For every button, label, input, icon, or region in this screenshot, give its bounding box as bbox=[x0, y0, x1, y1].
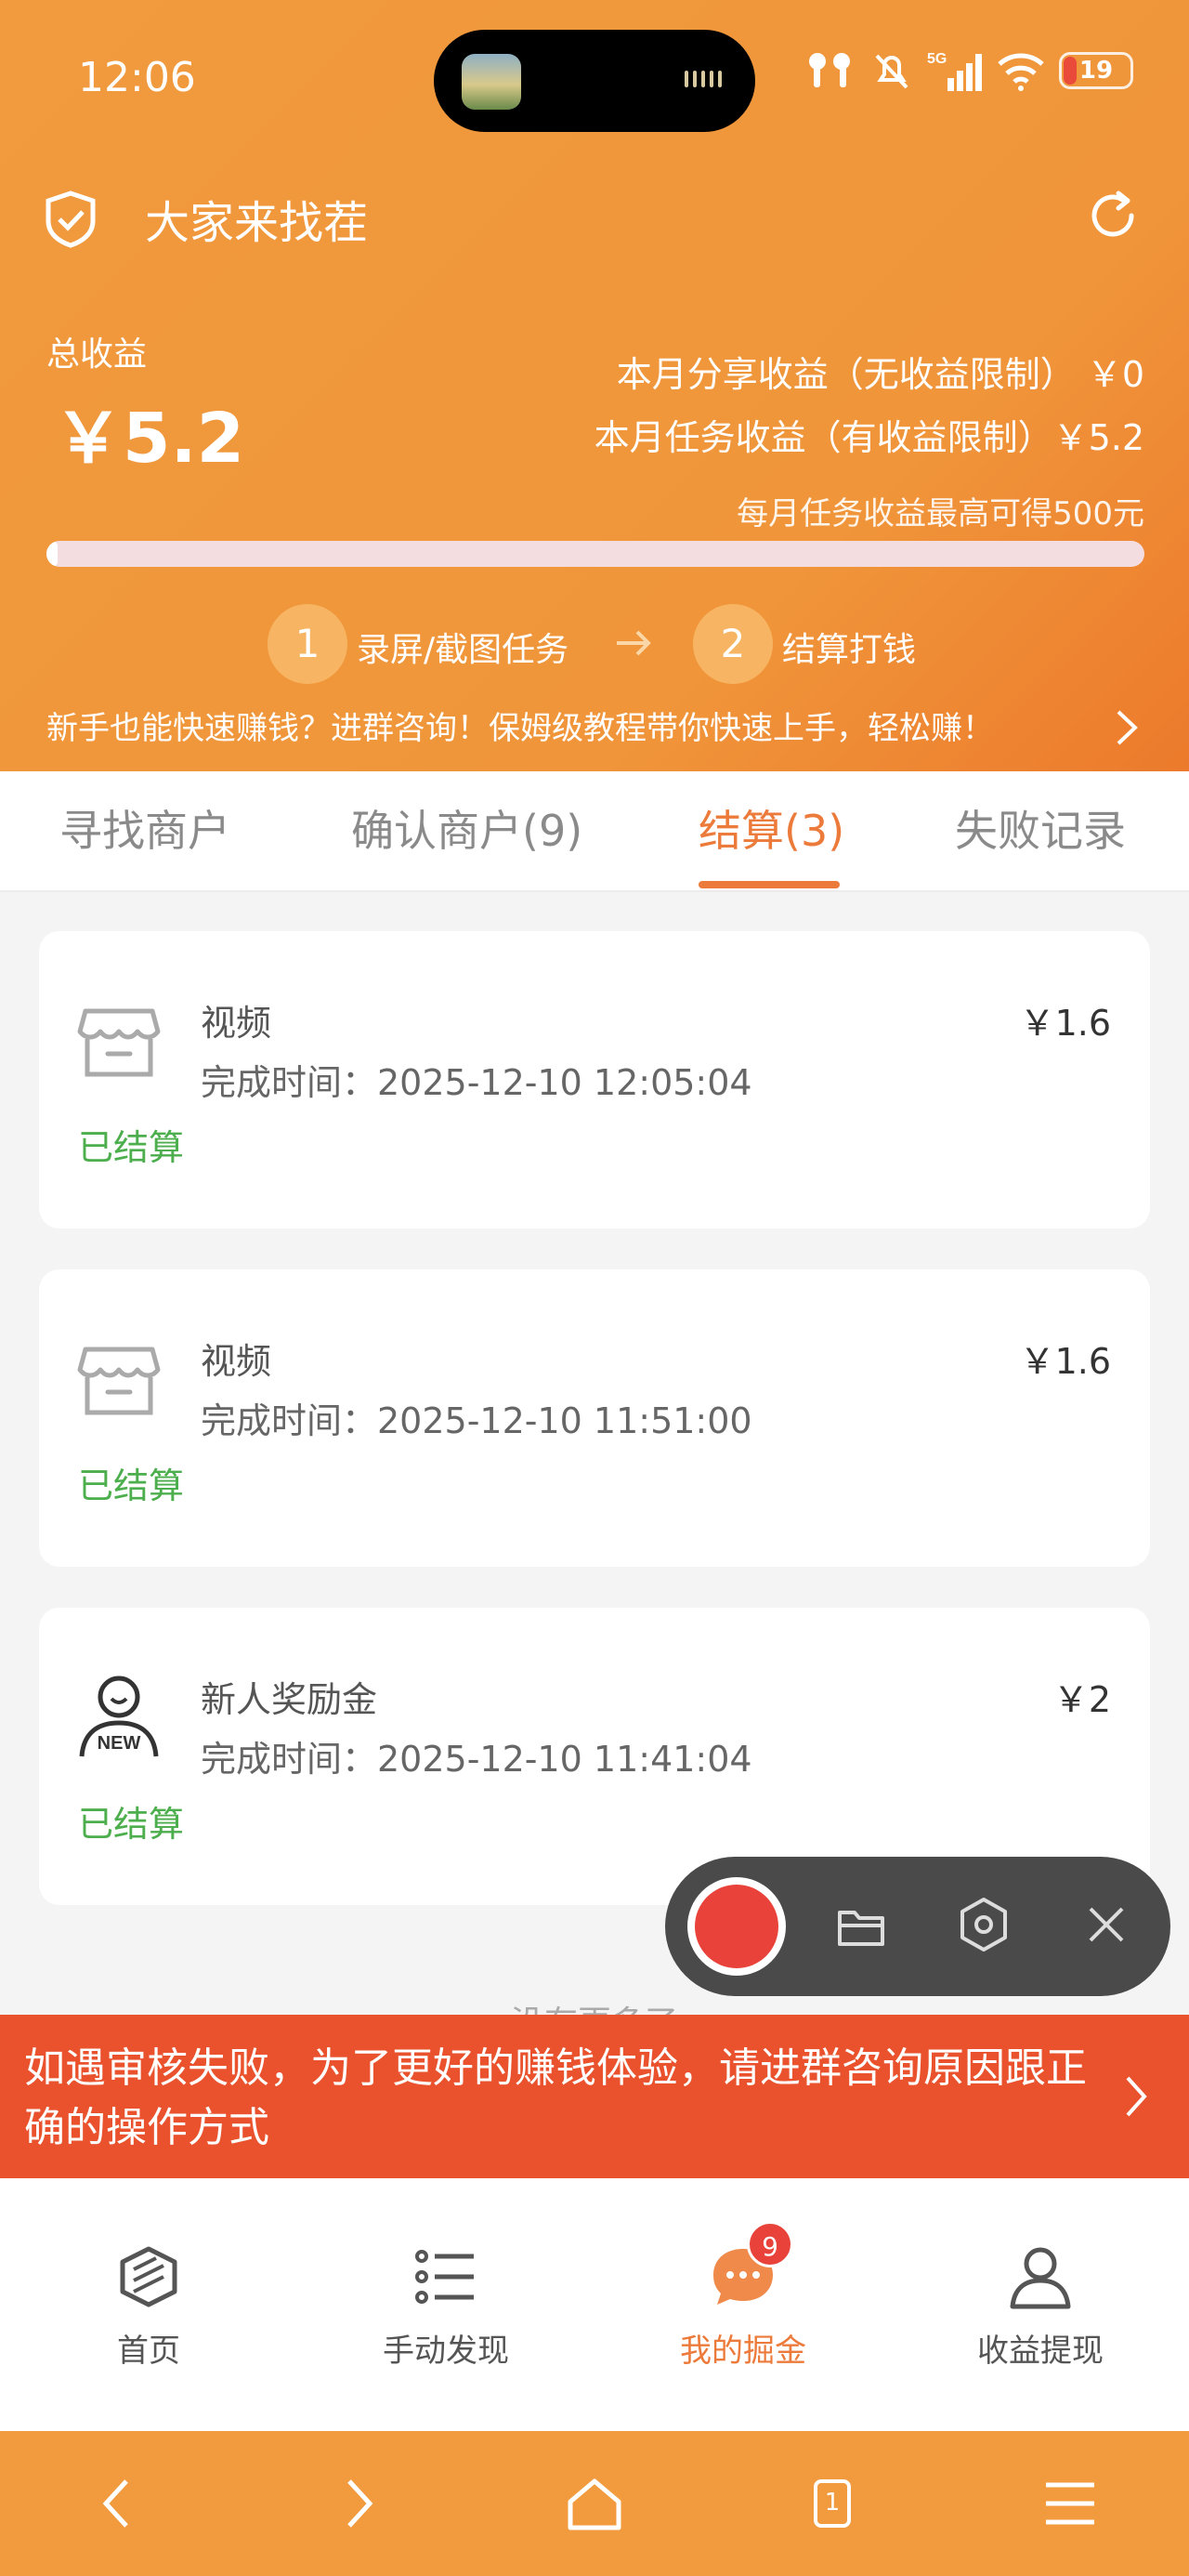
bottom-navigation: 首页 手动发现 9 我的掘金 收益提现 bbox=[0, 2178, 1189, 2431]
income-cap-note: 每月任务收益最高可得500元 bbox=[737, 495, 1144, 532]
nav-label: 收益提现 bbox=[977, 2333, 1104, 2370]
settings-hex-icon[interactable] bbox=[957, 1896, 1011, 1953]
tab-find-merchant[interactable]: 寻找商户 bbox=[59, 797, 230, 859]
tabs-icon[interactable]: 1 bbox=[803, 2474, 862, 2533]
svg-text:5G: 5G bbox=[927, 51, 947, 67]
task-steps: 1 录屏/截图任务 2 结算打钱 bbox=[0, 604, 1189, 686]
record-button[interactable] bbox=[687, 1877, 786, 1976]
banner-text: 如遇审核失败，为了更好的赚钱体验，请进群咨询原因跟正确的操作方式 bbox=[24, 2044, 1087, 2151]
app-title-bar: 大家来找茬 bbox=[0, 177, 1189, 251]
nav-label: 手动发现 bbox=[383, 2333, 509, 2370]
record-time: 完成时间：2025-12-10 11:41:04 bbox=[201, 1739, 752, 1780]
home-cube-icon bbox=[120, 2246, 177, 2307]
browser-navigation-bar: 1 bbox=[0, 2431, 1189, 2576]
folder-icon[interactable] bbox=[834, 1899, 888, 1953]
step-2-label: 结算打钱 bbox=[782, 631, 917, 669]
record-amount: ￥1.6 bbox=[1019, 1341, 1111, 1382]
svg-text:NEW: NEW bbox=[98, 1733, 141, 1754]
earbuds-icon bbox=[809, 53, 850, 87]
shield-check-icon bbox=[46, 191, 96, 248]
step-1-label: 录屏/截图任务 bbox=[357, 631, 569, 669]
signal-5g-icon: 5G bbox=[927, 51, 982, 91]
page-title: 大家来找茬 bbox=[145, 197, 369, 249]
store-icon bbox=[77, 1008, 161, 1077]
tab-count: 1 bbox=[814, 2479, 851, 2528]
settlement-record-card[interactable]: 视频 完成时间：2025-12-10 11:51:00 ￥1.6 已结算 bbox=[39, 1269, 1150, 1567]
list-icon bbox=[415, 2250, 474, 2304]
task-income-text: 本月任务收益（有收益限制）￥5.2 bbox=[594, 417, 1144, 458]
wifi-icon bbox=[998, 53, 1044, 91]
nav-label: 首页 bbox=[117, 2333, 180, 2370]
refresh-icon[interactable] bbox=[1085, 188, 1141, 243]
tab-settlement[interactable]: 结算(3) bbox=[699, 797, 844, 859]
notification-badge: 9 bbox=[747, 2221, 793, 2267]
back-icon[interactable] bbox=[89, 2474, 149, 2533]
record-title: 新人奖励金 bbox=[201, 1679, 378, 1720]
nav-item-my-earnings[interactable]: 9 我的掘金 bbox=[650, 2221, 836, 2371]
nav-label: 我的掘金 bbox=[680, 2333, 806, 2370]
new-user-icon: NEW bbox=[79, 1676, 159, 1757]
chevron-right-icon[interactable] bbox=[1113, 706, 1141, 749]
income-progress-fill bbox=[46, 541, 59, 567]
menu-icon[interactable] bbox=[1040, 2474, 1100, 2533]
record-status: 已结算 bbox=[78, 1804, 185, 1845]
forward-icon[interactable] bbox=[327, 2474, 386, 2533]
battery-level: 19 bbox=[1078, 57, 1114, 85]
record-time: 完成时间：2025-12-10 11:51:00 bbox=[201, 1400, 752, 1441]
record-status: 已结算 bbox=[78, 1465, 185, 1506]
record-title: 视频 bbox=[201, 1003, 272, 1044]
home-icon[interactable] bbox=[565, 2474, 624, 2533]
media-thumbnail bbox=[462, 54, 521, 110]
step-1-number: 1 bbox=[268, 604, 347, 684]
total-income-label: 总收益 bbox=[46, 335, 148, 374]
battery-icon: 19 bbox=[1059, 52, 1133, 89]
status-time: 12:06 bbox=[78, 54, 196, 101]
settlement-record-card[interactable]: 视频 完成时间：2025-12-10 12:05:04 ￥1.6 已结算 bbox=[39, 931, 1150, 1229]
screen-recorder-toolbar bbox=[665, 1857, 1170, 1996]
record-tabs: 寻找商户 确认商户(9) 结算(3) 失败记录 bbox=[0, 771, 1189, 892]
status-icons: 5G 19 bbox=[804, 48, 1133, 93]
status-bar: 12:06 5G 19 bbox=[0, 0, 1189, 158]
tab-failed-records[interactable]: 失败记录 bbox=[955, 797, 1126, 859]
record-time: 完成时间：2025-12-10 12:05:04 bbox=[201, 1062, 752, 1103]
tab-confirm-merchant[interactable]: 确认商户(9) bbox=[351, 797, 582, 859]
total-income-value: ￥5.2 bbox=[54, 399, 245, 479]
step-2-number: 2 bbox=[693, 604, 773, 684]
record-amount: ￥2 bbox=[1052, 1679, 1111, 1720]
header: 12:06 5G 19 大家来找茬 总收益 ￥5.2 本月分享收益（无收益限制）… bbox=[0, 0, 1189, 771]
arrow-right-icon bbox=[617, 630, 651, 656]
nav-item-manual-discover[interactable]: 手动发现 bbox=[353, 2243, 539, 2371]
record-status: 已结算 bbox=[78, 1127, 185, 1168]
active-tab-indicator bbox=[699, 881, 840, 888]
store-icon bbox=[77, 1347, 161, 1415]
chat-icon: 9 bbox=[710, 2221, 793, 2310]
nav-item-withdraw[interactable]: 收益提现 bbox=[947, 2243, 1133, 2371]
income-progress-bar bbox=[46, 541, 1144, 567]
user-icon bbox=[1010, 2247, 1071, 2309]
share-income-text: 本月分享收益（无收益限制） ￥0 bbox=[616, 354, 1144, 395]
audit-notice-banner[interactable]: 如遇审核失败，为了更好的赚钱体验，请进群咨询原因跟正确的操作方式 bbox=[0, 2015, 1189, 2178]
chevron-right-icon[interactable] bbox=[1122, 2072, 1150, 2121]
nav-item-home[interactable]: 首页 bbox=[56, 2243, 242, 2371]
close-icon[interactable] bbox=[1085, 1903, 1128, 1946]
mute-bell-icon bbox=[875, 54, 908, 89]
record-title: 视频 bbox=[201, 1341, 272, 1382]
dynamic-island[interactable] bbox=[434, 30, 755, 132]
record-amount: ￥1.6 bbox=[1019, 1003, 1111, 1044]
group-notice-link[interactable]: 新手也能快速赚钱？进群咨询！保姆级教程带你快速上手，轻松赚！ bbox=[46, 703, 1143, 748]
audio-bars-icon bbox=[685, 71, 722, 87]
